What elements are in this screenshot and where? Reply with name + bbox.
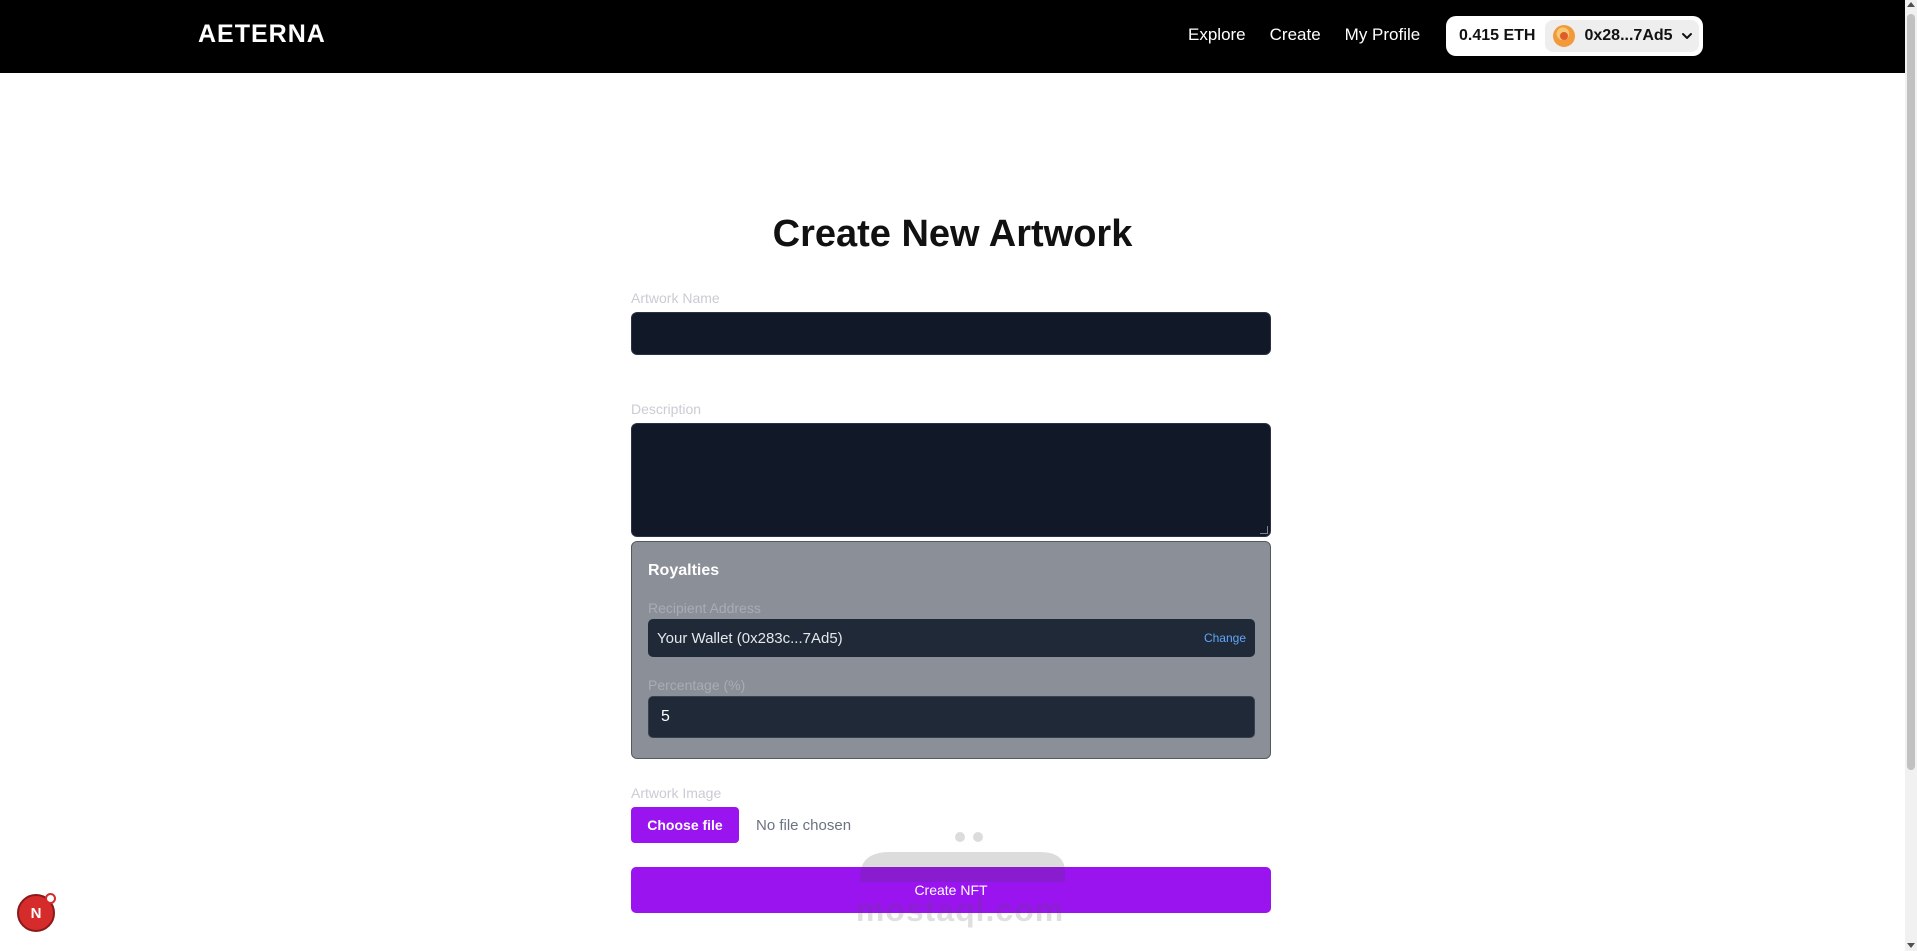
wallet-address: 0x28...7Ad5 — [1584, 27, 1673, 44]
recipient-address-field: Your Wallet (0x283c...7Ad5) Change — [648, 619, 1255, 657]
change-recipient-link[interactable]: Change — [1204, 631, 1246, 645]
scroll-up-icon[interactable] — [1907, 2, 1915, 7]
wallet-widget[interactable]: 0.415 ETH 0x28...7Ad5 — [1446, 16, 1703, 56]
dev-tools-badge[interactable]: N — [17, 893, 56, 932]
artwork-name-input[interactable] — [631, 312, 1271, 355]
file-status-text: No file chosen — [756, 816, 852, 834]
artwork-image-section: Artwork Image Choose file No file chosen — [631, 785, 851, 843]
percentage-label: Percentage (%) — [648, 677, 746, 693]
scroll-down-icon[interactable] — [1907, 943, 1915, 948]
description-textarea[interactable] — [631, 423, 1271, 537]
percentage-input[interactable] — [648, 696, 1255, 738]
dev-badge-letter: N — [30, 904, 42, 922]
notification-dot-icon — [45, 893, 56, 904]
artwork-image-label: Artwork Image — [631, 785, 722, 801]
resize-grip-icon[interactable] — [1260, 526, 1268, 534]
avatar-icon — [1553, 25, 1576, 47]
nav-links: Explore Create My Profile — [1188, 25, 1420, 45]
description-label: Description — [631, 401, 702, 417]
create-artwork-form: Artwork Name Description — [631, 290, 1271, 537]
file-input-row: Choose file No file chosen — [631, 807, 851, 843]
brand-logo[interactable]: AETERNA — [198, 20, 326, 49]
choose-file-button[interactable]: Choose file — [631, 807, 739, 843]
chevron-down-icon — [1682, 33, 1692, 39]
create-nft-button[interactable]: Create NFT — [631, 867, 1271, 913]
royalties-panel: Royalties Recipient Address Your Wallet … — [631, 541, 1271, 759]
recipient-address-value: Your Wallet (0x283c...7Ad5) — [657, 629, 843, 647]
page-scrollbar[interactable] — [1905, 0, 1917, 951]
nav-create[interactable]: Create — [1270, 25, 1321, 45]
nav-explore[interactable]: Explore — [1188, 25, 1246, 45]
page-title: Create New Artwork — [772, 213, 1133, 255]
scroll-thumb[interactable] — [1907, 14, 1915, 770]
wallet-account-button[interactable]: 0x28...7Ad5 — [1545, 20, 1699, 52]
royalties-title: Royalties — [648, 562, 720, 579]
artwork-name-label: Artwork Name — [631, 290, 720, 306]
top-navbar: AETERNA Explore Create My Profile 0.415 … — [0, 0, 1905, 73]
nav-my-profile[interactable]: My Profile — [1345, 25, 1421, 45]
recipient-address-label: Recipient Address — [648, 600, 761, 616]
wallet-balance: 0.415 ETH — [1459, 27, 1536, 44]
